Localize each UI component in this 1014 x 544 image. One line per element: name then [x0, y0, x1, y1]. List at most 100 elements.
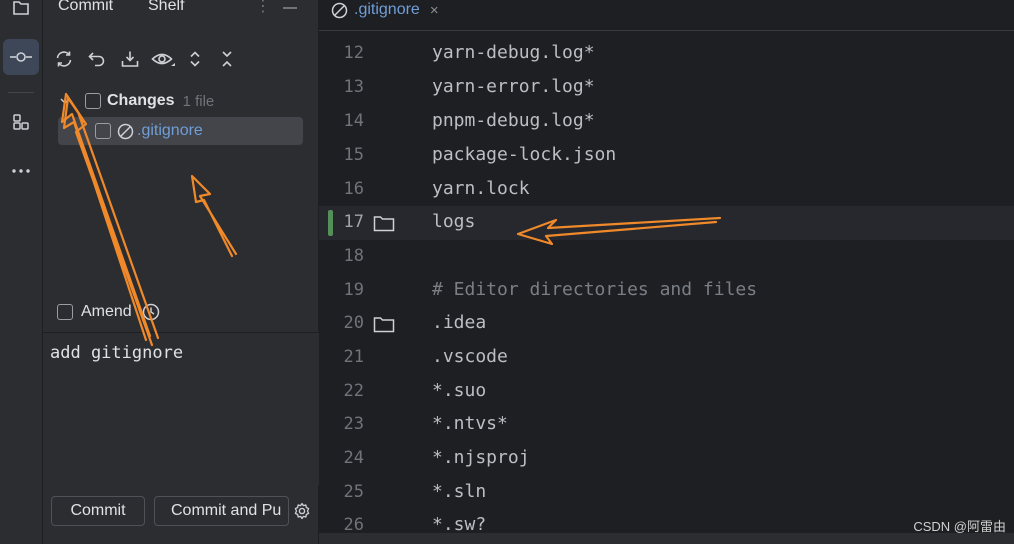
rollback-icon: [88, 52, 105, 67]
structure-tool-button[interactable]: [3, 104, 39, 140]
file-name: .gitignore: [137, 122, 203, 139]
line-number: 26: [343, 515, 364, 535]
line-number: 24: [343, 448, 364, 468]
line-number: 13: [343, 77, 364, 97]
panel-options-icon[interactable]: ⋮: [255, 0, 271, 16]
commit-tool-button[interactable]: [3, 39, 39, 75]
code-line: 23 *.ntvs*: [319, 408, 1014, 442]
gear-icon: [294, 502, 310, 520]
changelist-label: Changes: [107, 92, 175, 109]
close-icon[interactable]: ×: [430, 2, 439, 19]
changelist-checkbox[interactable]: [85, 93, 101, 109]
code-text: *.njsproj: [432, 447, 530, 468]
amend-option[interactable]: Amend: [57, 300, 160, 324]
activity-separator: [8, 92, 34, 93]
line-number: 19: [343, 280, 364, 300]
code-line: 20 .idea: [319, 307, 1014, 341]
expand-icon: [190, 51, 200, 67]
project-tool-button[interactable]: [3, 0, 39, 26]
commit-message-text[interactable]: add gitignore: [50, 343, 183, 363]
line-number: 15: [343, 145, 364, 165]
file-checkbox[interactable]: [95, 123, 111, 139]
watermark: CSDN @阿雷由: [913, 519, 1006, 534]
history-icon[interactable]: [142, 303, 160, 321]
ignored-file-icon: [117, 123, 134, 140]
line-number: 17: [343, 212, 364, 232]
folder-icon: [373, 215, 395, 237]
shelve-icon: [121, 51, 139, 67]
line-number: 12: [343, 43, 364, 63]
commit-button[interactable]: Commit: [51, 496, 145, 526]
editor-tab-gitignore[interactable]: .gitignore ×: [331, 0, 439, 24]
folder-icon: [373, 316, 395, 338]
panel-tabs: Commit Shelf ⋮: [43, 0, 319, 20]
line-number: 18: [343, 246, 364, 266]
code-line: 14 pnpm-debug.log*: [319, 105, 1014, 139]
refresh-button[interactable]: [53, 48, 75, 70]
code-text: package-lock.json: [432, 144, 617, 165]
rollback-button[interactable]: [86, 48, 108, 70]
code-text: yarn-error.log*: [432, 76, 595, 97]
commit-icon: [10, 52, 32, 62]
commit-toolbar: [43, 40, 319, 76]
commit-message-input[interactable]: add gitignore: [43, 333, 319, 485]
commit-and-push-button[interactable]: Commit and Pu: [154, 496, 289, 526]
line-number: 22: [343, 381, 364, 401]
tab-shelf[interactable]: Shelf: [148, 0, 184, 15]
editor-tabs: .gitignore ×: [319, 0, 1014, 31]
chevron-down-icon[interactable]: [58, 94, 72, 108]
collapse-icon: [222, 51, 232, 67]
code-line: 19 # Editor directories and files: [319, 274, 1014, 308]
changelist-row[interactable]: Changes 1 file: [58, 87, 303, 115]
code-text: pnpm-debug.log*: [432, 110, 595, 131]
refresh-icon: [56, 51, 72, 67]
horizontal-scrollbar[interactable]: [319, 533, 1014, 544]
commit-panel: Commit Shelf ⋮ Changes 1 file .gitignore…: [43, 0, 319, 544]
editor-tab-label: .gitignore: [354, 1, 420, 18]
line-number: 14: [343, 111, 364, 131]
eye-icon: [151, 53, 175, 66]
show-diff-button[interactable]: [151, 48, 177, 70]
code-line: 13 yarn-error.log*: [319, 71, 1014, 105]
code-text: *.sw?: [432, 514, 487, 535]
line-number: 20: [343, 313, 364, 333]
code-line-current: 17 logs: [319, 206, 1014, 240]
more-tools-button[interactable]: [3, 153, 39, 189]
code-text: logs: [432, 211, 476, 232]
ignored-file-icon: [331, 2, 348, 18]
code-text: .vscode: [432, 346, 508, 367]
code-text: *.suo: [432, 380, 487, 401]
commit-options-button[interactable]: [293, 502, 311, 520]
code-text: yarn-debug.log*: [432, 42, 595, 63]
line-number: 21: [343, 347, 364, 367]
expand-all-button[interactable]: [184, 48, 206, 70]
collapse-all-button[interactable]: [216, 48, 238, 70]
activity-bar: [0, 0, 43, 544]
tab-commit[interactable]: Commit: [58, 0, 113, 15]
amend-checkbox[interactable]: [57, 304, 73, 320]
code-text: yarn.lock: [432, 178, 530, 199]
amend-label: Amend: [81, 303, 132, 320]
line-number: 16: [343, 179, 364, 199]
code-line: 21 .vscode: [319, 341, 1014, 375]
code-text: .idea: [432, 312, 487, 333]
shelve-button[interactable]: [119, 48, 141, 70]
line-number: 25: [343, 482, 364, 502]
code-line: 22 *.suo: [319, 375, 1014, 409]
editor: .gitignore × 12 yarn-debug.log* 13 yarn-…: [319, 0, 1014, 544]
code-line: 24 *.njsproj: [319, 442, 1014, 476]
more-icon: [12, 169, 30, 173]
changelist-count: 1 file: [182, 92, 215, 110]
line-number: 23: [343, 414, 364, 434]
minimize-icon[interactable]: [283, 7, 297, 9]
code-line: 16 yarn.lock: [319, 173, 1014, 207]
code-line: 18: [319, 240, 1014, 274]
code-text: *.sln: [432, 481, 487, 502]
code-line: 15 package-lock.json: [319, 139, 1014, 173]
code-comment: # Editor directories and files: [432, 279, 758, 300]
code-line: 12 yarn-debug.log*: [319, 37, 1014, 71]
file-row[interactable]: .gitignore: [58, 117, 303, 145]
code-text: *.ntvs*: [432, 413, 508, 434]
code-line: 25 *.sln: [319, 476, 1014, 510]
folder-icon: [13, 1, 29, 15]
